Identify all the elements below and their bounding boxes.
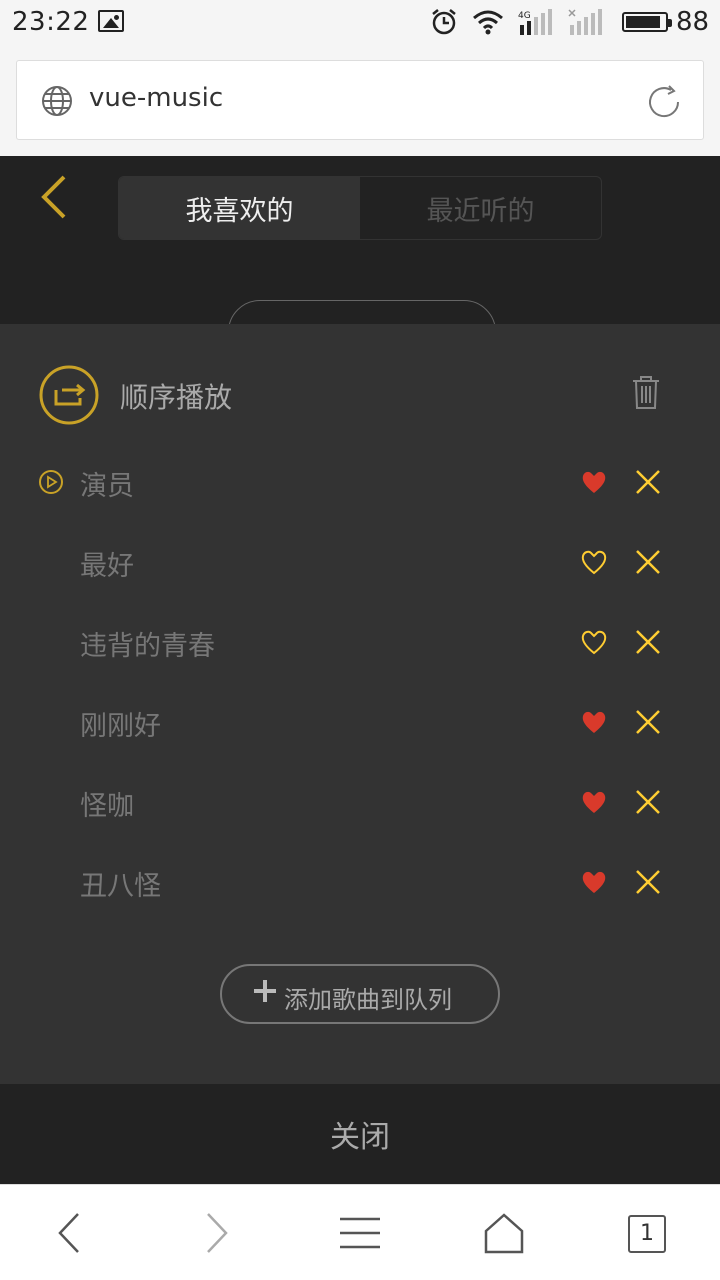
song-name: 刚刚好 — [80, 711, 161, 742]
song-name: 最好 — [80, 551, 134, 582]
network-type-label: 4G — [518, 11, 531, 21]
trash-icon[interactable] — [630, 374, 662, 410]
song-row[interactable]: 违背的青春 — [0, 602, 720, 682]
reload-icon[interactable] — [645, 83, 683, 121]
song-name: 丑八怪 — [80, 871, 161, 902]
remove-song-icon[interactable] — [634, 868, 662, 896]
battery-icon — [622, 12, 672, 32]
url-text[interactable]: vue-music — [89, 83, 223, 113]
tab-switcher: 我喜欢的 最近听的 — [118, 176, 602, 240]
favorite-filled-icon[interactable] — [580, 708, 608, 736]
status-bar: 23:22 4G 88 — [0, 0, 720, 44]
play-mode-label[interactable]: 顺序播放 — [120, 376, 232, 416]
url-box[interactable]: vue-music — [16, 60, 704, 140]
tabs-count-button[interactable]: 1 — [628, 1215, 666, 1253]
alarm-icon — [432, 9, 456, 35]
add-to-queue-button[interactable]: 添加歌曲到队列 — [220, 964, 500, 1024]
home-icon[interactable] — [482, 1211, 526, 1255]
globe-icon — [42, 86, 72, 116]
favorite-outline-icon[interactable] — [580, 628, 608, 656]
nav-forward-icon[interactable] — [194, 1211, 238, 1255]
song-row[interactable]: 刚刚好 — [0, 682, 720, 762]
signal-icon: 4G — [518, 9, 552, 35]
browser-address-bar: vue-music — [0, 44, 720, 156]
song-name: 演员 — [80, 471, 134, 502]
image-notification-icon — [98, 10, 124, 32]
plus-icon — [254, 980, 276, 1002]
favorite-outline-icon[interactable] — [580, 548, 608, 576]
song-row[interactable]: 演员 — [0, 442, 720, 522]
song-name: 怪咖 — [80, 791, 134, 822]
remove-song-icon[interactable] — [634, 788, 662, 816]
wifi-icon — [473, 10, 503, 35]
song-row[interactable]: 怪咖 — [0, 762, 720, 842]
remove-song-icon[interactable] — [634, 468, 662, 496]
playlist-panel: 顺序播放 演员最好违背的青春刚刚好怪咖丑八怪 添加歌曲到队列 — [0, 324, 720, 1084]
status-time: 23:22 — [12, 7, 90, 37]
favorite-filled-icon[interactable] — [580, 868, 608, 896]
back-arrow-icon[interactable] — [36, 174, 76, 220]
song-name: 违背的青春 — [80, 631, 215, 662]
remove-song-icon[interactable] — [634, 708, 662, 736]
favorite-filled-icon[interactable] — [580, 788, 608, 816]
browser-bottom-nav: 1 — [0, 1184, 720, 1280]
now-playing-icon — [39, 470, 63, 494]
add-to-queue-label: 添加歌曲到队列 — [284, 986, 452, 1014]
signal-no-service-icon — [568, 9, 602, 35]
close-button[interactable]: 关闭 — [0, 1084, 720, 1184]
favorite-filled-icon[interactable] — [580, 468, 608, 496]
tab-favorites[interactable]: 我喜欢的 — [119, 177, 360, 239]
tab-recent[interactable]: 最近听的 — [360, 177, 601, 239]
menu-icon[interactable] — [338, 1211, 382, 1255]
nav-back-icon[interactable] — [48, 1211, 92, 1255]
sequence-mode-icon[interactable] — [38, 364, 100, 426]
song-row[interactable]: 最好 — [0, 522, 720, 602]
battery-level: 88 — [676, 7, 710, 37]
remove-song-icon[interactable] — [634, 628, 662, 656]
song-row[interactable]: 丑八怪 — [0, 842, 720, 922]
remove-song-icon[interactable] — [634, 548, 662, 576]
